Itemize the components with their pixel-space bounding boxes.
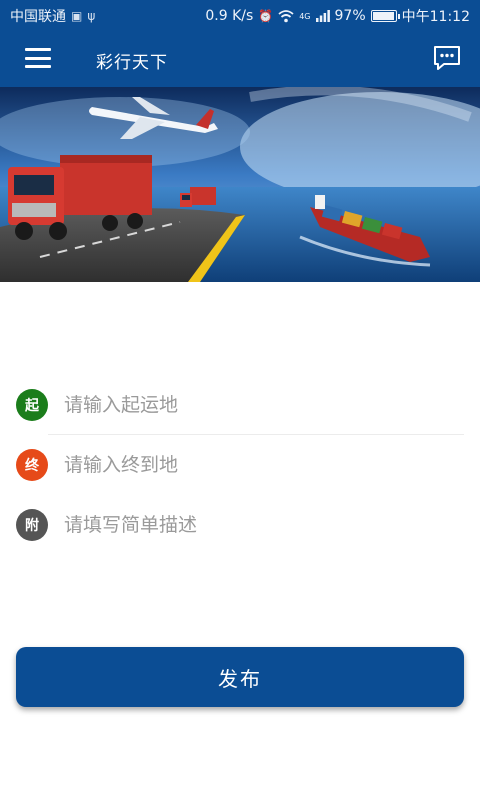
origin-badge: 起 (16, 389, 48, 421)
status-bar: 中国联通 ▣ ψ 0.9 K/s ⏰ 4G 97% 中午11:12 (0, 0, 480, 32)
origin-row: 起 (0, 375, 480, 435)
logistics-banner-image (0, 87, 480, 282)
carrier-label: 中国联通 (10, 9, 66, 25)
publish-button[interactable]: 发布 (16, 647, 464, 707)
hamburger-menu-icon[interactable] (24, 46, 52, 70)
network-type: 4G (299, 12, 311, 21)
origin-input[interactable] (64, 383, 464, 427)
banner-illustration (0, 87, 480, 282)
usb-icon: ψ (87, 9, 96, 23)
app-header: 中国联通 ▣ ψ 0.9 K/s ⏰ 4G 97% 中午11:12 彩行天下 (0, 0, 480, 87)
network-speed: 0.9 K/s (205, 8, 254, 24)
destination-input[interactable] (64, 443, 464, 487)
description-input[interactable] (64, 503, 464, 547)
signal-icon (315, 10, 330, 22)
alarm-icon: ⏰ (258, 9, 274, 23)
clock: 中午11:12 (401, 9, 470, 25)
destination-badge: 终 (16, 449, 48, 481)
wifi-icon (278, 9, 294, 22)
chat-bubble-icon[interactable] (432, 44, 462, 72)
battery-icon (370, 10, 400, 22)
page-title: 彩行天下 (96, 53, 168, 73)
battery-percent: 97% (334, 8, 366, 24)
destination-row: 终 (0, 435, 480, 495)
note-row: 附 (0, 495, 480, 555)
app-bar: 彩行天下 (0, 32, 480, 87)
nfc-icon: ▣ (71, 9, 83, 23)
note-badge: 附 (16, 509, 48, 541)
battery-fill (372, 12, 394, 20)
route-form: 起 终 附 (0, 375, 480, 555)
